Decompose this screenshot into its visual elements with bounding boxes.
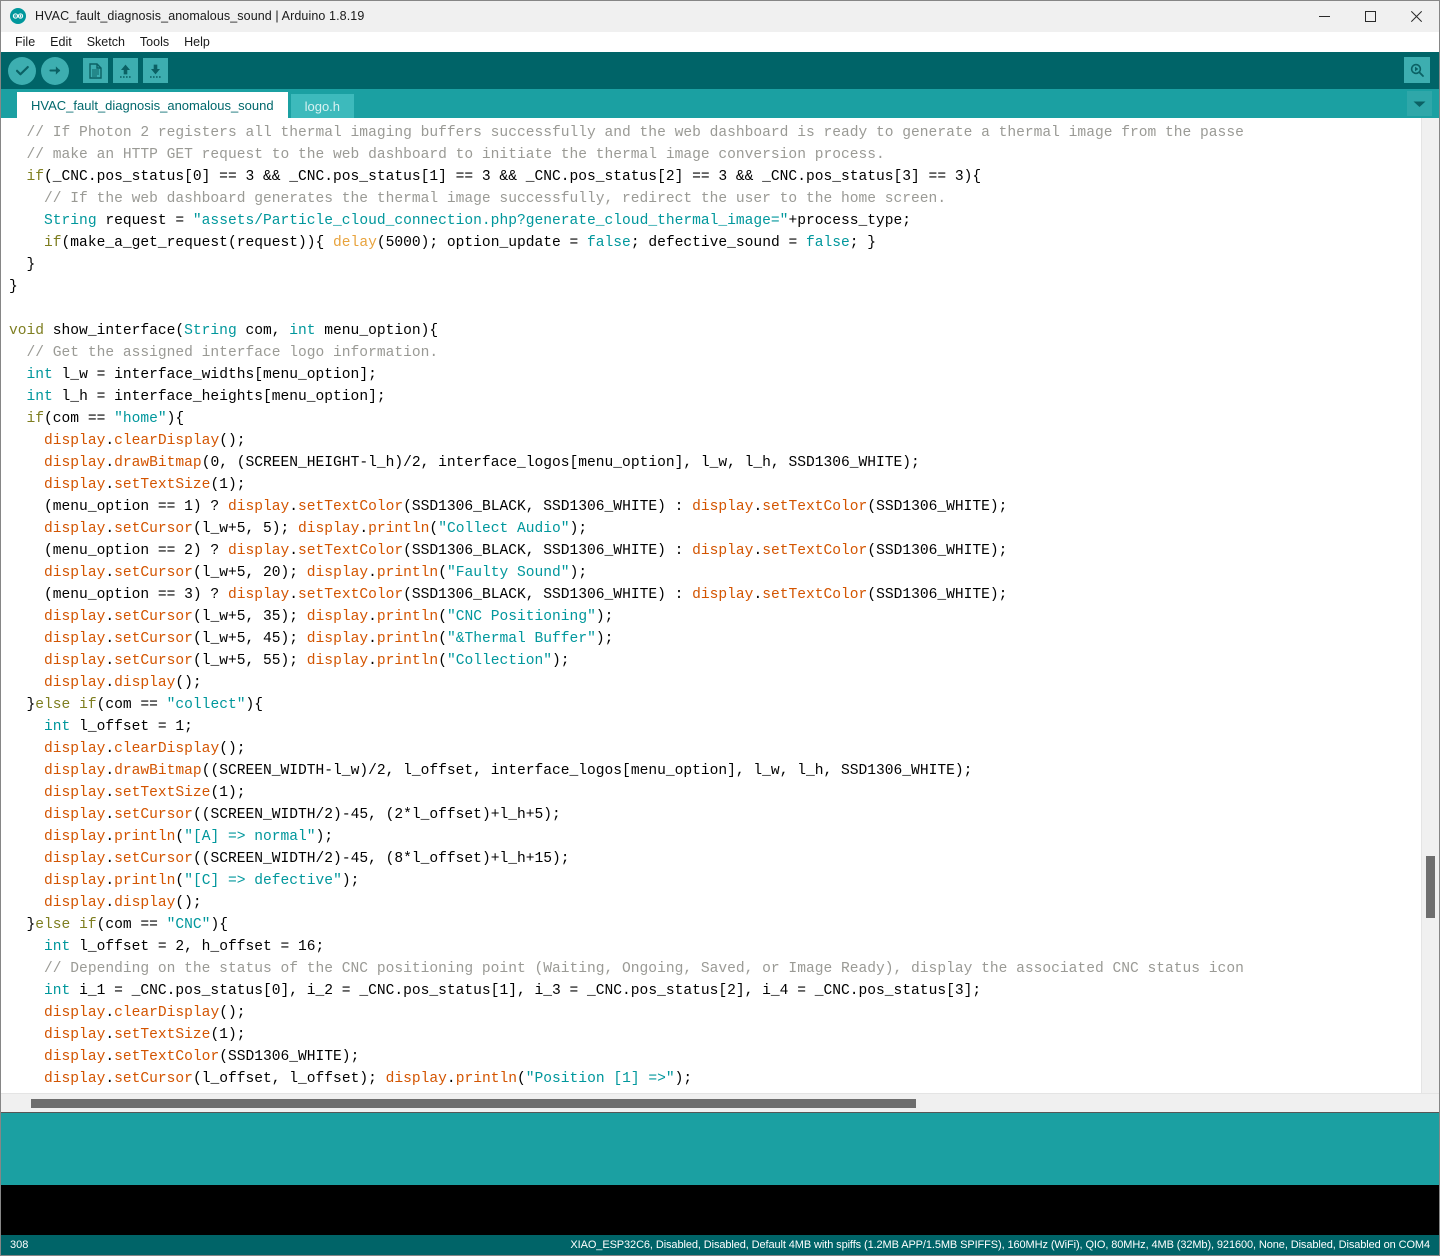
- serial-monitor-button[interactable]: [1404, 57, 1430, 83]
- tab-sketch-main[interactable]: HVAC_fault_diagnosis_anomalous_sound: [17, 92, 288, 118]
- menu-edit[interactable]: Edit: [43, 33, 80, 51]
- minimize-button[interactable]: [1301, 1, 1347, 31]
- arrow-up-icon: [118, 63, 133, 79]
- check-circle-icon: [15, 63, 30, 78]
- tab-bar: HVAC_fault_diagnosis_anomalous_sound log…: [1, 89, 1439, 118]
- close-button[interactable]: [1393, 1, 1439, 31]
- menu-file[interactable]: File: [8, 33, 43, 51]
- tab-label: logo.h: [305, 99, 340, 114]
- code-text[interactable]: // If Photon 2 registers all thermal ima…: [1, 118, 1244, 1090]
- toolbar: [1, 52, 1439, 89]
- tab-logo-h[interactable]: logo.h: [291, 94, 354, 118]
- menu-tools[interactable]: Tools: [133, 33, 177, 51]
- magnifier-icon: [1409, 62, 1425, 78]
- horizontal-scrollbar-thumb[interactable]: [31, 1099, 916, 1108]
- title-bar: HVAC_fault_diagnosis_anomalous_sound | A…: [1, 1, 1439, 32]
- arrow-down-icon: [148, 63, 163, 79]
- horizontal-scrollbar[interactable]: [1, 1093, 1439, 1112]
- vertical-scrollbar[interactable]: [1421, 118, 1439, 1093]
- console-output[interactable]: [1, 1185, 1439, 1235]
- board-configuration-label: XIAO_ESP32C6, Disabled, Disabled, Defaul…: [570, 1239, 1430, 1251]
- open-sketch-button[interactable]: [113, 58, 138, 83]
- save-sketch-button[interactable]: [143, 58, 168, 83]
- title-bar-left: HVAC_fault_diagnosis_anomalous_sound | A…: [1, 8, 364, 24]
- arduino-ide-window: HVAC_fault_diagnosis_anomalous_sound | A…: [0, 0, 1440, 1256]
- maximize-button[interactable]: [1347, 1, 1393, 31]
- console-status-strip: [1, 1112, 1439, 1185]
- code-editor[interactable]: // If Photon 2 registers all thermal ima…: [1, 118, 1439, 1093]
- status-bar: 308 XIAO_ESP32C6, Disabled, Disabled, De…: [1, 1235, 1439, 1255]
- window-controls: [1301, 1, 1439, 31]
- cursor-line-number: 308: [10, 1239, 28, 1251]
- menu-bar: File Edit Sketch Tools Help: [1, 32, 1439, 52]
- new-sketch-button[interactable]: [83, 58, 108, 83]
- chevron-down-icon: [1413, 100, 1426, 108]
- vertical-scrollbar-thumb[interactable]: [1426, 856, 1435, 918]
- tab-label: HVAC_fault_diagnosis_anomalous_sound: [31, 98, 274, 113]
- menu-sketch[interactable]: Sketch: [80, 33, 133, 51]
- menu-help[interactable]: Help: [177, 33, 218, 51]
- arrow-right-circle-icon: [48, 63, 63, 78]
- tab-dropdown-button[interactable]: [1407, 91, 1432, 116]
- upload-button[interactable]: [41, 57, 69, 85]
- new-document-icon: [88, 63, 103, 79]
- verify-button[interactable]: [8, 57, 36, 85]
- window-title: HVAC_fault_diagnosis_anomalous_sound | A…: [35, 9, 364, 23]
- arduino-infinity-icon: [10, 8, 26, 24]
